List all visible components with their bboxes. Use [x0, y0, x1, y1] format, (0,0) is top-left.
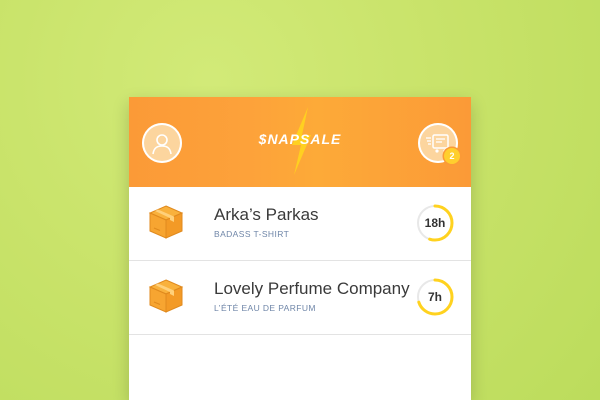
deal-brand: Lovely Perfume Company — [214, 279, 410, 298]
list-item[interactable]: Lovely Perfume Company L’ÉTÉ EAU DE PARF… — [129, 261, 471, 335]
user-avatar-icon — [152, 134, 172, 155]
package-box-icon — [148, 205, 184, 239]
countdown-timer: 7h — [415, 277, 455, 317]
deal-list: Arka’s Parkas BADASS T-SHIRT 18h Lovely … — [129, 187, 471, 335]
package-box-icon — [148, 279, 184, 313]
countdown-timer: 18h — [415, 203, 455, 243]
app-logo: $NAPSALE — [240, 107, 360, 175]
cart-button[interactable]: 2 — [418, 123, 460, 164]
profile-button[interactable] — [142, 123, 182, 163]
deal-brand: Arka’s Parkas — [214, 205, 319, 224]
deal-product: L’ÉTÉ EAU DE PARFUM — [214, 303, 316, 313]
logo-text: $NAPSALE — [258, 131, 342, 147]
app-header: $NAPSALE 2 — [129, 97, 471, 187]
timer-label: 7h — [427, 290, 442, 304]
deal-product: BADASS T-SHIRT — [214, 229, 290, 239]
list-item[interactable]: Arka’s Parkas BADASS T-SHIRT 18h — [129, 187, 471, 261]
timer-label: 18h — [424, 216, 446, 230]
cart-badge: 2 — [444, 148, 460, 164]
phone-screen: $NAPSALE 2 Arka’s Parkas BADASS T-SHIRT … — [129, 97, 471, 400]
